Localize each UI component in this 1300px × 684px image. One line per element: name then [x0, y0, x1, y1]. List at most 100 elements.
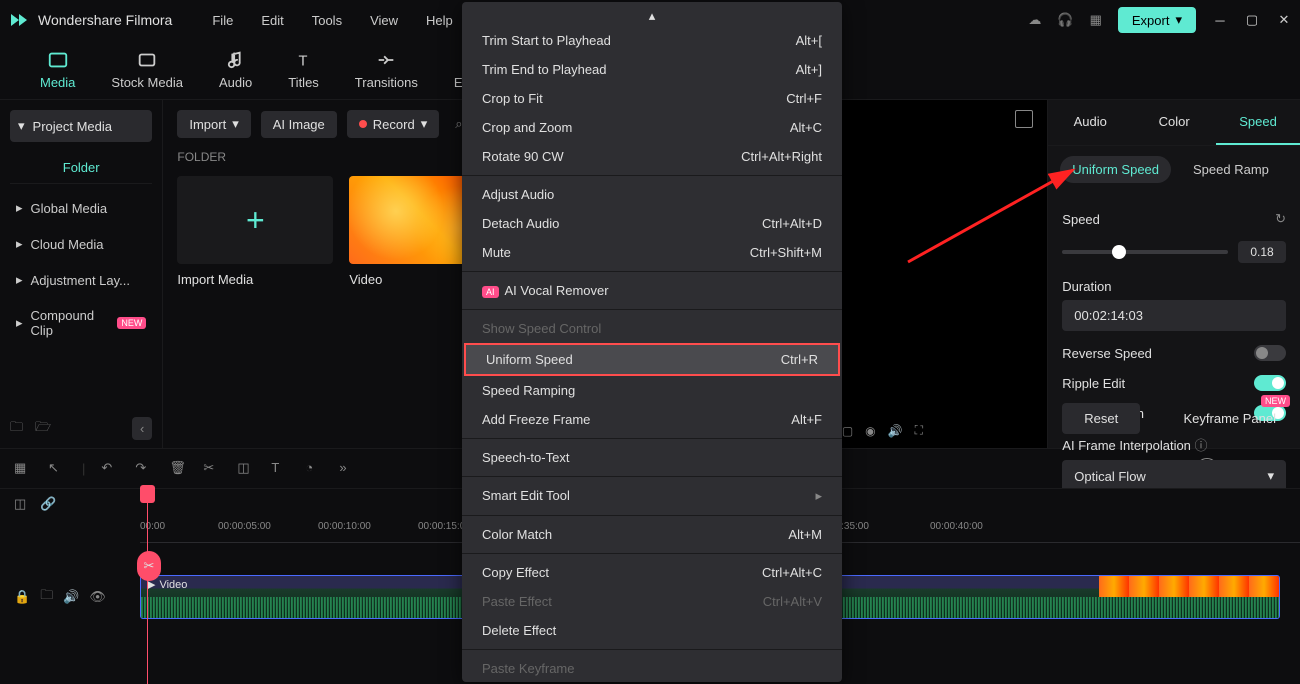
speed-label: Speed: [1062, 212, 1100, 227]
minimize-button[interactable]: ─: [1212, 12, 1228, 28]
grid-icon[interactable]: ▦: [1090, 12, 1102, 28]
tab-stock-media[interactable]: Stock Media: [111, 49, 183, 90]
grid-icon[interactable]: ▦: [14, 460, 32, 478]
speed-slider[interactable]: [1062, 250, 1228, 254]
folder-add-icon[interactable]: 🗀: [10, 418, 23, 440]
menu-item-crop-and-zoom[interactable]: Crop and ZoomAlt+C: [462, 113, 842, 142]
uniform-speed-pill[interactable]: Uniform Speed: [1060, 156, 1171, 183]
menu-tools[interactable]: Tools: [312, 13, 342, 28]
menu-item-adjust-audio[interactable]: Adjust Audio: [462, 180, 842, 209]
menu-help[interactable]: Help: [426, 13, 453, 28]
track-eye-icon[interactable]: 👁: [89, 589, 106, 605]
menu-item-trim-end-to-playhead[interactable]: Trim End to PlayheadAlt+]: [462, 55, 842, 84]
cut-marker[interactable]: ✂: [137, 551, 161, 581]
menu-view[interactable]: View: [370, 13, 398, 28]
menu-item-detach-audio[interactable]: Detach AudioCtrl+Alt+D: [462, 209, 842, 238]
keyframe-panel-button[interactable]: Keyframe PanelNEW: [1174, 403, 1287, 434]
chevron-down-icon: ▾: [18, 118, 25, 134]
ripple-toggle[interactable]: [1254, 375, 1286, 391]
track-lock-icon[interactable]: 🔒: [14, 589, 30, 605]
record-dot-icon: [359, 120, 367, 128]
tab-media[interactable]: Media: [40, 49, 75, 90]
close-button[interactable]: ✕: [1276, 12, 1292, 28]
tab-audio[interactable]: Audio: [219, 49, 252, 90]
playhead[interactable]: [147, 489, 148, 684]
menu-item-color-match[interactable]: Color MatchAlt+M: [462, 520, 842, 549]
import-button[interactable]: Import▾: [177, 110, 250, 138]
sidebar-item-global[interactable]: ▸Global Media: [10, 190, 152, 226]
scissors-icon[interactable]: ✂: [203, 460, 221, 478]
folder-tab[interactable]: Folder: [10, 152, 152, 184]
menu-item-speech-to-text[interactable]: Speech-to-Text: [462, 443, 842, 472]
headphones-icon[interactable]: 🎧: [1057, 12, 1073, 28]
sidebar-item-adjustment[interactable]: ▸Adjustment Lay...: [10, 262, 152, 298]
fullscreen-icon[interactable]: ⛶: [915, 423, 923, 438]
menu-item-paste-keyframe: Paste Keyframe: [462, 654, 842, 682]
menu-item-ai-vocal-remover[interactable]: AIAI Vocal Remover: [462, 276, 842, 305]
menu-item-add-freeze-frame[interactable]: Add Freeze FrameAlt+F: [462, 405, 842, 434]
tab-transitions[interactable]: Transitions: [355, 49, 418, 90]
folder-icon[interactable]: 🗁: [35, 418, 51, 440]
display-icon[interactable]: ▢: [842, 424, 853, 438]
maximize-button[interactable]: ▢: [1244, 12, 1260, 28]
text-icon[interactable]: T: [271, 460, 289, 478]
menu-item-crop-to-fit[interactable]: Crop to FitCtrl+F: [462, 84, 842, 113]
reset-speed-icon[interactable]: ↻: [1275, 211, 1286, 227]
rp-tab-audio[interactable]: Audio: [1048, 100, 1132, 145]
menu-item-uniform-speed[interactable]: Uniform SpeedCtrl+R: [464, 343, 840, 376]
speed-icon[interactable]: ◔: [305, 460, 323, 478]
menu-item-speed-ramping[interactable]: Speed Ramping: [462, 376, 842, 405]
rp-tab-speed[interactable]: Speed: [1216, 100, 1300, 145]
track-mute-icon[interactable]: 🔊: [63, 589, 79, 605]
redo-icon[interactable]: ↷: [135, 460, 153, 478]
sidebar-item-cloud[interactable]: ▸Cloud Media: [10, 226, 152, 262]
info-icon[interactable]: ⓘ: [1195, 438, 1208, 453]
reverse-label: Reverse Speed: [1062, 346, 1152, 361]
menu-item-rotate-90-cw[interactable]: Rotate 90 CWCtrl+Alt+Right: [462, 142, 842, 171]
svg-text:T: T: [298, 54, 307, 70]
tab-titles[interactable]: TTitles: [288, 49, 319, 90]
menu-item-trim-start-to-playhead[interactable]: Trim Start to PlayheadAlt+[: [462, 26, 842, 55]
undo-icon[interactable]: ↶: [101, 460, 119, 478]
duration-value[interactable]: 00:02:14:03: [1062, 300, 1286, 331]
track-folder-icon[interactable]: 🗀: [40, 586, 53, 608]
delete-icon[interactable]: 🗑: [169, 460, 187, 478]
menu-item-show-speed-control: Show Speed Control: [462, 314, 842, 343]
menu-item-smart-edit-tool[interactable]: Smart Edit Tool▸: [462, 481, 842, 511]
menu-file[interactable]: File: [212, 13, 233, 28]
sidebar-item-compound[interactable]: ▸Compound ClipNEW: [10, 298, 152, 348]
speed-value[interactable]: 0.18: [1238, 241, 1286, 263]
tl-icon1[interactable]: ◫: [14, 496, 26, 512]
context-menu: ▴Trim Start to PlayheadAlt+[Trim End to …: [462, 2, 842, 682]
import-media-thumb[interactable]: + Import Media: [177, 176, 333, 287]
menu-edit[interactable]: Edit: [261, 13, 283, 28]
menu-scroll-up[interactable]: ▴: [462, 6, 842, 26]
cursor-icon[interactable]: ↖: [48, 460, 66, 478]
plus-icon: +: [246, 202, 265, 239]
app-logo: [8, 9, 30, 31]
record-button[interactable]: Record▾: [347, 110, 439, 138]
rp-tab-color[interactable]: Color: [1132, 100, 1216, 145]
menu-item-copy-effect[interactable]: Copy EffectCtrl+Alt+C: [462, 558, 842, 587]
volume-icon[interactable]: 🔊: [888, 424, 903, 438]
reset-button[interactable]: Reset: [1062, 403, 1140, 434]
ai-image-button[interactable]: AI Image: [261, 111, 337, 138]
speed-ramp-pill[interactable]: Speed Ramp: [1181, 156, 1281, 183]
snapshot-icon[interactable]: [1015, 110, 1033, 128]
duration-label: Duration: [1062, 279, 1286, 294]
ai-frame-label: AI Frame Interpolation: [1062, 438, 1191, 453]
menu-item-paste-effect: Paste EffectCtrl+Alt+V: [462, 587, 842, 616]
link-icon[interactable]: 🔗: [40, 496, 56, 512]
crop-icon[interactable]: ◫: [237, 460, 255, 478]
app-name: Wondershare Filmora: [38, 12, 172, 28]
menu-item-delete-effect[interactable]: Delete Effect: [462, 616, 842, 645]
export-button[interactable]: Export ▾: [1118, 7, 1196, 33]
collapse-button[interactable]: ‹: [132, 417, 152, 440]
project-media-button[interactable]: ▾ Project Media: [10, 110, 152, 142]
menu-item-mute[interactable]: MuteCtrl+Shift+M: [462, 238, 842, 267]
camera-icon[interactable]: ◉: [865, 424, 875, 438]
more-icon[interactable]: »: [339, 460, 357, 478]
reverse-toggle[interactable]: [1254, 345, 1286, 361]
cloud-icon[interactable]: ☁: [1028, 12, 1041, 28]
folder-heading: FOLDER: [177, 150, 505, 164]
